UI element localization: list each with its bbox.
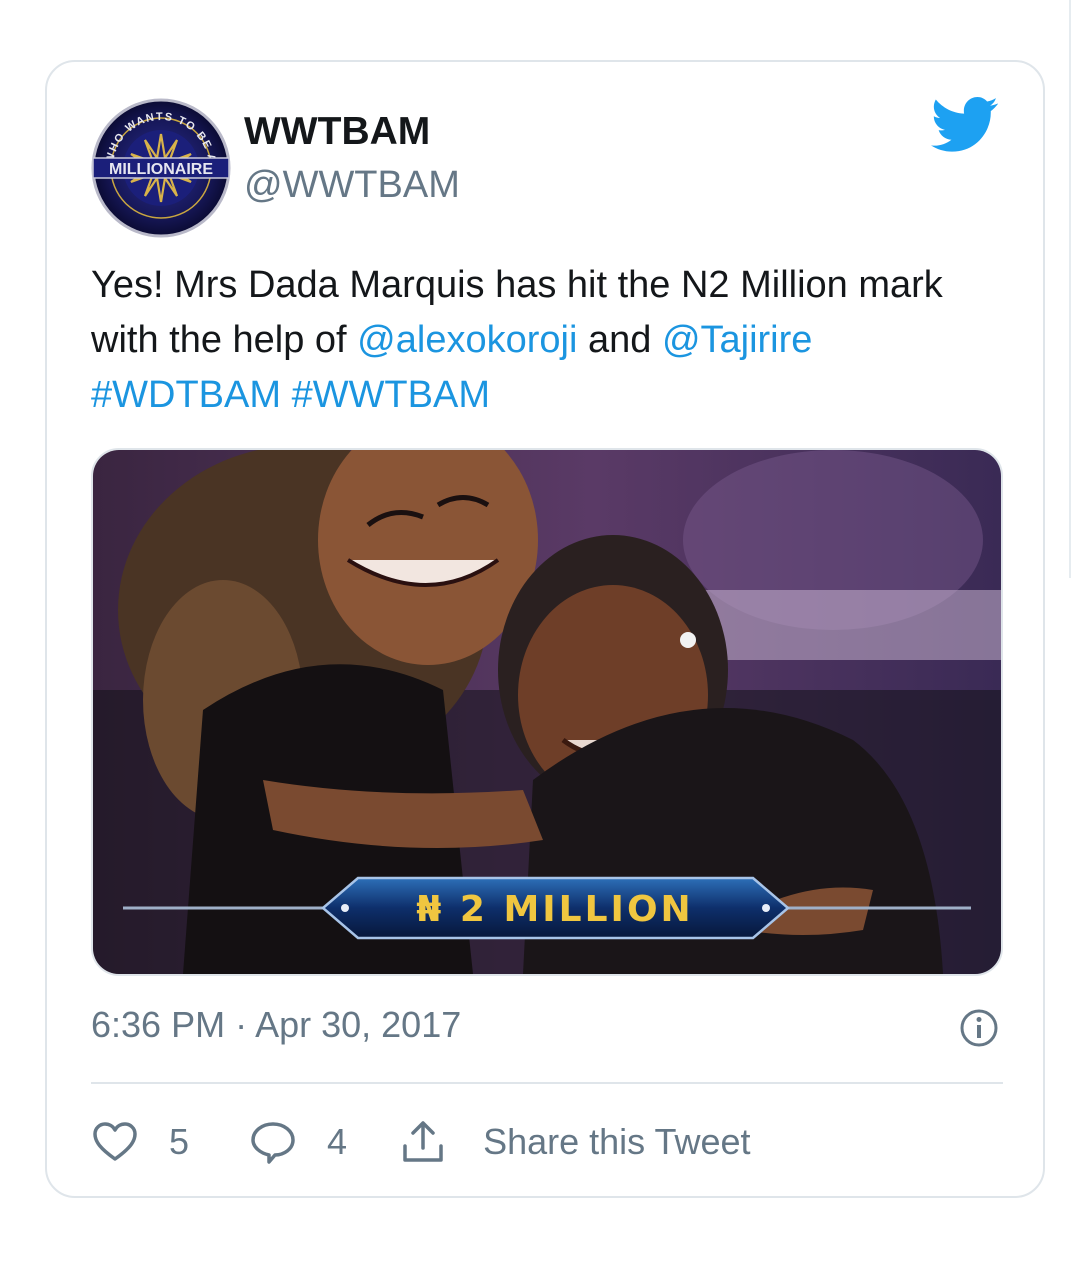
heart-icon [93, 1122, 137, 1161]
hashtag-wdtbam-link[interactable]: #WDTBAM [91, 374, 281, 416]
divider [91, 1082, 1003, 1084]
like-count: 5 [169, 1121, 190, 1162]
share-tweet-button[interactable]: Share this Tweet [399, 1118, 751, 1166]
share-icon [403, 1121, 443, 1162]
scrollbar-edge [1069, 0, 1077, 578]
author-name[interactable]: WWTBAM [244, 110, 430, 154]
tweet-text-and: and [577, 319, 662, 361]
tweet-actions: 5 4 Share this Tweet [91, 1118, 751, 1166]
prize-banner-text: ₦ 2 MILLION [416, 889, 693, 930]
reply-count: 4 [327, 1121, 348, 1162]
avatar[interactable]: WHO WANTS TO BE A MILLIONAIRE [91, 98, 231, 238]
mention-tajirire-link[interactable]: @Tajirire [662, 319, 812, 361]
tweet-media-photo[interactable]: ₦ 2 MILLION [91, 448, 1003, 976]
millionaire-logo-icon: WHO WANTS TO BE A MILLIONAIRE [91, 98, 231, 238]
avatar-text-brand: MILLIONAIRE [109, 161, 213, 178]
like-button[interactable]: 5 [91, 1118, 189, 1166]
tweet-text: Yes! Mrs Dada Marquis has hit the N2 Mil… [91, 258, 1011, 423]
tweet-timestamp[interactable]: 6:36 PM · Apr 30, 2017 [91, 1004, 461, 1046]
mention-alexokoroji-link[interactable]: @alexokoroji [357, 319, 577, 361]
tweet-card[interactable]: WHO WANTS TO BE A MILLIONAIRE WWTBAM @WW… [45, 60, 1045, 1198]
info-icon[interactable] [959, 1008, 999, 1048]
reply-bubble-icon [251, 1122, 295, 1164]
hashtag-wwtbam-link[interactable]: #WWTBAM [292, 374, 490, 416]
share-label: Share this Tweet [483, 1121, 751, 1162]
reply-button[interactable]: 4 [249, 1118, 347, 1166]
twitter-bird-icon[interactable] [931, 96, 999, 154]
photo-two-women-hugging-icon: ₦ 2 MILLION [93, 450, 1001, 974]
author-handle[interactable]: @WWTBAM [244, 164, 460, 207]
